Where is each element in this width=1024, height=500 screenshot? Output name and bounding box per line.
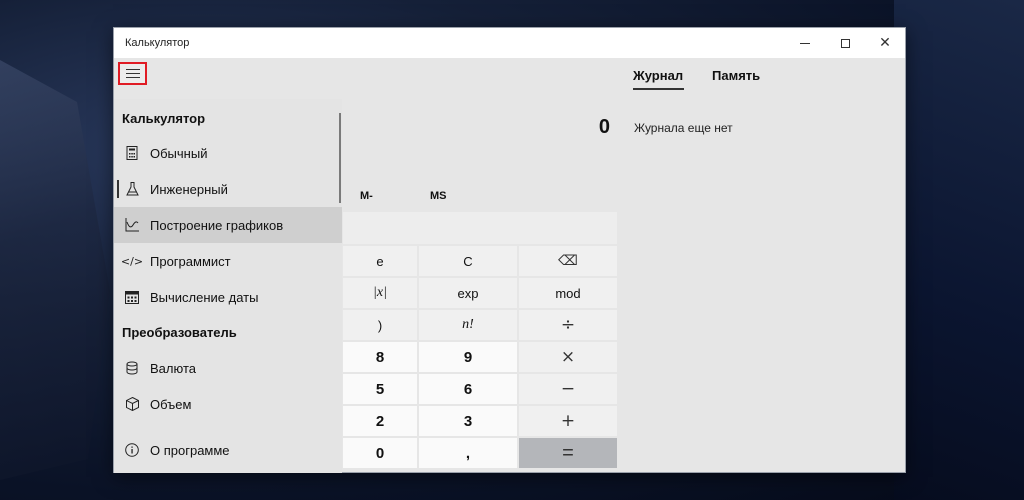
nav-item-programmer[interactable]: </> Программист bbox=[114, 243, 342, 279]
abs-button[interactable]: |x| bbox=[343, 278, 417, 308]
minimize-button[interactable] bbox=[785, 28, 825, 58]
clear-button[interactable]: C bbox=[419, 246, 517, 276]
factorial-button[interactable]: n! bbox=[419, 310, 517, 340]
nav-item-label: Программист bbox=[150, 253, 231, 269]
flask-icon bbox=[114, 182, 150, 196]
minimize-icon bbox=[800, 42, 810, 44]
backspace-icon: ⌫ bbox=[558, 253, 578, 269]
history-empty-message: Журнала еще нет bbox=[634, 121, 733, 135]
digit-0-button[interactable]: 0 bbox=[343, 438, 417, 468]
function-strip bbox=[343, 212, 617, 244]
nav-item-date-calculation[interactable]: Вычисление даты bbox=[114, 279, 342, 315]
nav-item-label: Объем bbox=[150, 396, 192, 412]
active-indicator bbox=[117, 180, 119, 198]
tab-journal-underline bbox=[633, 88, 684, 90]
calculator-window: Калькулятор ✕ Калькулятор Обычный Инжене… bbox=[113, 27, 906, 473]
add-button[interactable]: + bbox=[519, 406, 617, 436]
nav-item-volume[interactable]: Объем bbox=[114, 386, 342, 422]
nav-item-scientific[interactable]: Инженерный bbox=[114, 171, 342, 207]
nav-item-label: Построение графиков bbox=[150, 217, 284, 233]
digit-8-button[interactable]: 8 bbox=[343, 342, 417, 372]
nav-item-label: Валюта bbox=[150, 360, 196, 376]
navigation-pane: Калькулятор Обычный Инженерный Построени… bbox=[114, 99, 342, 473]
digit-9-button[interactable]: 9 bbox=[419, 342, 517, 372]
calculator-icon bbox=[114, 146, 150, 160]
display-value: 0 bbox=[598, 116, 610, 138]
menu-button[interactable] bbox=[118, 62, 147, 85]
title-bar[interactable]: Калькулятор ✕ bbox=[114, 28, 905, 58]
currency-icon bbox=[114, 361, 150, 375]
info-icon bbox=[114, 443, 150, 457]
equals-button[interactable]: = bbox=[519, 438, 617, 468]
wallpaper-shape bbox=[0, 60, 110, 480]
calendar-icon bbox=[114, 290, 150, 304]
code-icon: </> bbox=[120, 254, 144, 268]
wallpaper-shape-right bbox=[894, 0, 1024, 500]
memory-store-button[interactable]: MS bbox=[430, 190, 447, 202]
maximize-button[interactable] bbox=[825, 28, 865, 58]
close-button[interactable]: ✕ bbox=[865, 28, 905, 58]
maximize-icon bbox=[840, 38, 850, 48]
nav-item-label: Вычисление даты bbox=[150, 289, 259, 305]
nav-item-label: О программе bbox=[150, 442, 230, 458]
graph-icon bbox=[114, 218, 150, 232]
nav-item-label: Обычный bbox=[150, 145, 208, 161]
nav-item-currency[interactable]: Валюта bbox=[114, 350, 342, 386]
nav-item-standard[interactable]: Обычный bbox=[114, 135, 342, 171]
divide-button[interactable]: ÷ bbox=[519, 310, 617, 340]
tab-journal[interactable]: Журнал bbox=[633, 68, 683, 83]
nav-item-graphing[interactable]: Построение графиков bbox=[114, 207, 342, 243]
nav-item-about[interactable]: О программе bbox=[114, 432, 342, 468]
nav-heading-calculator: Калькулятор bbox=[122, 111, 206, 126]
digit-5-button[interactable]: 5 bbox=[343, 374, 417, 404]
window-title: Калькулятор bbox=[125, 37, 190, 49]
mod-button[interactable]: mod bbox=[519, 278, 617, 308]
tab-memory[interactable]: Память bbox=[712, 68, 760, 83]
nav-item-label: Инженерный bbox=[150, 181, 228, 197]
digit-2-button[interactable]: 2 bbox=[343, 406, 417, 436]
decimal-comma-button[interactable]: , bbox=[419, 438, 517, 468]
right-paren-button[interactable]: ) bbox=[343, 310, 417, 340]
digit-6-button[interactable]: 6 bbox=[419, 374, 517, 404]
multiply-button[interactable]: × bbox=[519, 342, 617, 372]
e-button[interactable]: e bbox=[343, 246, 417, 276]
cube-icon bbox=[114, 397, 150, 411]
hamburger-icon bbox=[125, 69, 140, 70]
nav-heading-converter: Преобразователь bbox=[122, 325, 237, 340]
subtract-button[interactable]: − bbox=[519, 374, 617, 404]
backspace-button[interactable]: ⌫ bbox=[519, 246, 617, 276]
digit-3-button[interactable]: 3 bbox=[419, 406, 517, 436]
close-icon: ✕ bbox=[879, 35, 891, 51]
memory-subtract-button[interactable]: M- bbox=[360, 190, 373, 202]
exp-button[interactable]: exp bbox=[419, 278, 517, 308]
